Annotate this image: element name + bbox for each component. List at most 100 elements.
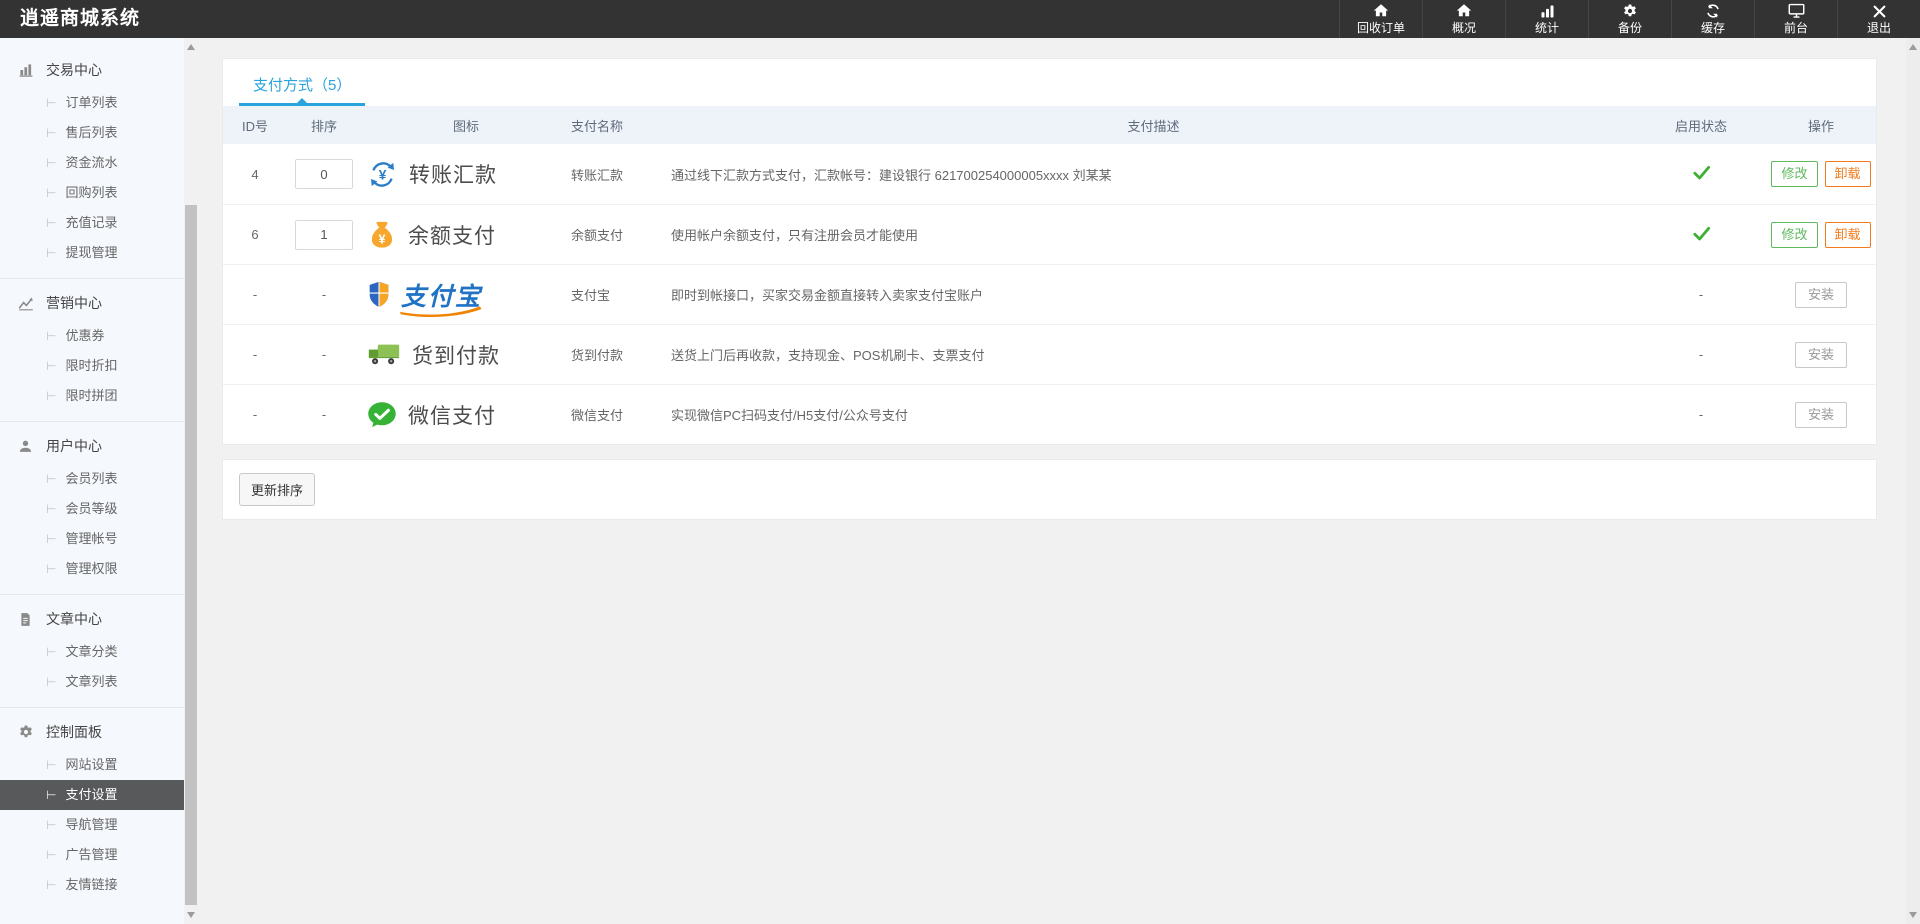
- modify-button[interactable]: 修改: [1771, 161, 1818, 187]
- sidebar-item-capital-flow[interactable]: ⊢ 资金流水: [0, 148, 184, 178]
- sidebar-scrollbar[interactable]: [184, 38, 198, 924]
- topbar-item-label: 退出: [1866, 21, 1891, 35]
- user-icon: [18, 438, 35, 455]
- sidebar-item-label: 订单列表: [65, 95, 118, 110]
- sidebar-item-order-list[interactable]: ⊢ 订单列表: [0, 88, 184, 118]
- doc-icon: [18, 611, 35, 628]
- tab-payment-methods[interactable]: 支付方式（5）: [239, 74, 366, 106]
- actions-cell: 修改 卸载: [1766, 221, 1876, 248]
- sidebar-scrollbar-thumb[interactable]: [185, 205, 197, 905]
- sidebar-section-control-panel[interactable]: 控制面板: [0, 714, 184, 750]
- topbar-item-logout[interactable]: 退出: [1837, 0, 1920, 38]
- payment-id: 4: [251, 166, 259, 182]
- sidebar-item-ad-manage[interactable]: ⊢ 广告管理: [0, 840, 184, 870]
- update-sort-button[interactable]: 更新排序: [239, 473, 316, 506]
- alipay-swoosh-icon: [397, 304, 485, 320]
- branch-tick-icon: ⊢: [46, 645, 57, 659]
- branch-tick-icon: ⊢: [46, 878, 57, 892]
- alipay-logotype: 支付宝: [400, 277, 482, 317]
- sort-input[interactable]: [295, 159, 353, 189]
- actions-cell: 安装: [1766, 341, 1876, 368]
- install-button[interactable]: 安装: [1794, 281, 1847, 308]
- sidebar-item-aftersale-list[interactable]: ⊢ 售后列表: [0, 118, 184, 148]
- sidebar-item-article-list[interactable]: ⊢ 文章列表: [0, 667, 184, 697]
- sidebar-item-admin-accounts[interactable]: ⊢ 管理帐号: [0, 524, 184, 554]
- payment-id: -: [252, 287, 258, 302]
- payment-desc: 通过线下汇款方式支付，汇款帐号：建设银行 621700254000005xxxx…: [671, 167, 1112, 183]
- payment-name: 货到付款: [571, 348, 624, 363]
- branch-tick-icon: ⊢: [46, 848, 57, 862]
- topbar-item-frontend[interactable]: 前台: [1754, 0, 1837, 38]
- branch-tick-icon: ⊢: [46, 246, 57, 260]
- column-header: 支付名称: [571, 118, 624, 134]
- table-body: 4 ¥ 转账汇款 转账汇款 通过线下汇款方式支付，汇款帐号：建设银行 621700254…: [223, 144, 1876, 444]
- home-icon: [1456, 3, 1472, 19]
- install-button[interactable]: 安装: [1794, 341, 1847, 368]
- sort-input[interactable]: [295, 219, 353, 250]
- topbar-item-cache[interactable]: 缓存: [1671, 0, 1754, 38]
- install-button[interactable]: 安装: [1794, 401, 1847, 428]
- sidebar-divider: [0, 421, 184, 422]
- gear-icon: [1622, 3, 1638, 19]
- update-sort-card: 更新排序: [222, 459, 1877, 520]
- sidebar-item-label: 充值记录: [65, 215, 118, 230]
- transfer-payment-icon: ¥: [367, 159, 398, 190]
- sidebar-item-group-buy[interactable]: ⊢ 限时拼团: [0, 381, 184, 411]
- status-cell: -: [1698, 407, 1704, 422]
- sidebar-section-user-center[interactable]: 用户中心: [0, 428, 184, 464]
- branch-tick-icon: ⊢: [46, 818, 57, 832]
- topbar-item-overview[interactable]: 概况: [1422, 0, 1505, 38]
- branch-tick-icon: ⊢: [46, 502, 57, 516]
- payment-desc: 使用帐户余额支付，只有注册会员才能使用: [671, 228, 919, 243]
- scroll-up-icon[interactable]: [1909, 44, 1917, 50]
- uninstall-button[interactable]: 卸载: [1824, 161, 1871, 187]
- table-row: - - 支付宝 支付宝 即时到帐接口，买家交易金额直接转入卖家支付宝账户 - 安装: [223, 264, 1876, 324]
- brand-label: 余额支付: [408, 224, 496, 248]
- enabled-check-icon: [1692, 226, 1711, 246]
- sidebar-item-coupons[interactable]: ⊢ 优惠券: [0, 321, 184, 351]
- payment-brand: ¥ 余额支付: [361, 220, 571, 250]
- sidebar-item-member-list[interactable]: ⊢ 会员列表: [0, 464, 184, 494]
- alipay-payment-icon: [367, 281, 391, 308]
- sidebar-divider: [0, 707, 184, 708]
- sidebar-item-friend-links[interactable]: ⊢ 友情链接: [0, 870, 184, 900]
- sidebar-item-admin-permissions[interactable]: ⊢ 管理权限: [0, 554, 184, 584]
- sidebar-item-label: 友情链接: [65, 877, 118, 892]
- scroll-up-icon[interactable]: [187, 44, 195, 50]
- modify-button[interactable]: 修改: [1771, 221, 1818, 248]
- topbar-item-backup[interactable]: 备份: [1588, 0, 1671, 38]
- sidebar-item-article-categories[interactable]: ⊢ 文章分类: [0, 637, 184, 667]
- cod-payment-icon: [367, 342, 401, 367]
- scroll-down-icon[interactable]: [1909, 912, 1917, 918]
- sidebar-section-trade-center[interactable]: 交易中心: [0, 52, 184, 88]
- scroll-down-icon[interactable]: [187, 912, 195, 918]
- brand-label: 货到付款: [412, 344, 500, 368]
- payment-brand: 货到付款: [361, 340, 571, 370]
- status-cell: [1636, 163, 1766, 185]
- sidebar-item-member-levels[interactable]: ⊢ 会员等级: [0, 494, 184, 524]
- payment-methods-card: 支付方式（5） ID号 排序 图标 支付名称 支付描述 启用状态 操作 4 ¥ 转账汇款 转账汇款…: [222, 58, 1877, 445]
- sync-icon: [1705, 3, 1721, 19]
- actions-cell: 修改 卸载: [1766, 161, 1876, 187]
- sidebar-item-buyback-list[interactable]: ⊢ 回购列表: [0, 178, 184, 208]
- sidebar-item-recharge-records[interactable]: ⊢ 充值记录: [0, 208, 184, 238]
- sidebar-item-site-settings[interactable]: ⊢ 网站设置: [0, 750, 184, 780]
- payment-brand: 微信支付: [361, 400, 571, 430]
- uninstall-button[interactable]: 卸载: [1824, 221, 1871, 248]
- sidebar-item-payment-settings[interactable]: ⊢ 支付设置: [0, 780, 184, 810]
- sidebar-item-nav-manage[interactable]: ⊢ 导航管理: [0, 810, 184, 840]
- sidebar-item-flash-discount[interactable]: ⊢ 限时折扣: [0, 351, 184, 381]
- topbar-nav: 回收订单 概况 统计 备份 缓存 前台 退出: [1339, 0, 1920, 38]
- sidebar-item-label: 限时折扣: [65, 358, 118, 373]
- balance-payment-icon: ¥: [367, 220, 397, 250]
- payment-name: 支付宝: [571, 288, 611, 303]
- sidebar-item-label: 限时拼团: [65, 388, 118, 403]
- topbar-item-recycle-orders[interactable]: 回收订单: [1339, 0, 1422, 38]
- payment-name: 微信支付: [571, 408, 624, 423]
- sidebar-section-article-center[interactable]: 文章中心: [0, 601, 184, 637]
- branch-tick-icon: ⊢: [46, 532, 57, 546]
- topbar-item-statistics[interactable]: 统计: [1505, 0, 1588, 38]
- page-scrollbar[interactable]: [1906, 38, 1920, 924]
- sidebar-item-withdraw-manage[interactable]: ⊢ 提现管理: [0, 238, 184, 268]
- sidebar-section-marketing-center[interactable]: 营销中心: [0, 285, 184, 321]
